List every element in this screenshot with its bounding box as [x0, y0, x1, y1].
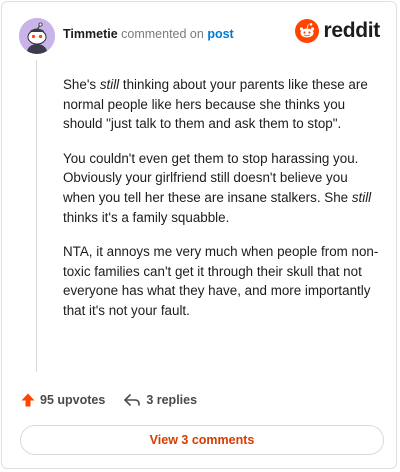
comment-header: Timmetie commented on post reddit — [19, 18, 380, 54]
comment-paragraph-1: She's still thinking about your parents … — [63, 77, 368, 132]
comment-footer: 95 upvotes 3 replies — [20, 390, 197, 410]
thread-line — [36, 60, 37, 372]
replies-count: 3 replies — [146, 393, 198, 407]
upvote-count: 95 upvotes — [40, 393, 106, 407]
upvote-stat[interactable]: 95 upvotes — [20, 392, 105, 408]
username-link[interactable]: Timmetie — [63, 27, 118, 41]
comment-card: Timmetie commented on post reddit She's … — [1, 1, 397, 469]
snoo-avatar-icon — [19, 18, 55, 54]
comment-paragraph-2: You couldn't even get them to stop haras… — [63, 150, 372, 225]
reddit-wordmark: reddit — [323, 19, 380, 42]
replies-stat[interactable]: 3 replies — [123, 392, 197, 408]
upvote-arrow-icon[interactable] — [20, 392, 36, 408]
reddit-logo[interactable]: reddit — [295, 19, 380, 43]
view-comments-button[interactable]: View 3 comments — [20, 425, 384, 455]
reply-arrow-icon — [124, 394, 141, 406]
user-avatar[interactable] — [19, 18, 55, 54]
reddit-logo-icon — [295, 19, 320, 43]
comment-body: She's still thinking about your parents … — [63, 75, 379, 336]
comment-meta: Timmetie commented on post — [63, 27, 234, 41]
comment-paragraph-3: NTA, it annoys me very much when people … — [63, 244, 379, 318]
action-text: commented on — [121, 27, 204, 41]
post-link[interactable]: post — [207, 27, 233, 41]
